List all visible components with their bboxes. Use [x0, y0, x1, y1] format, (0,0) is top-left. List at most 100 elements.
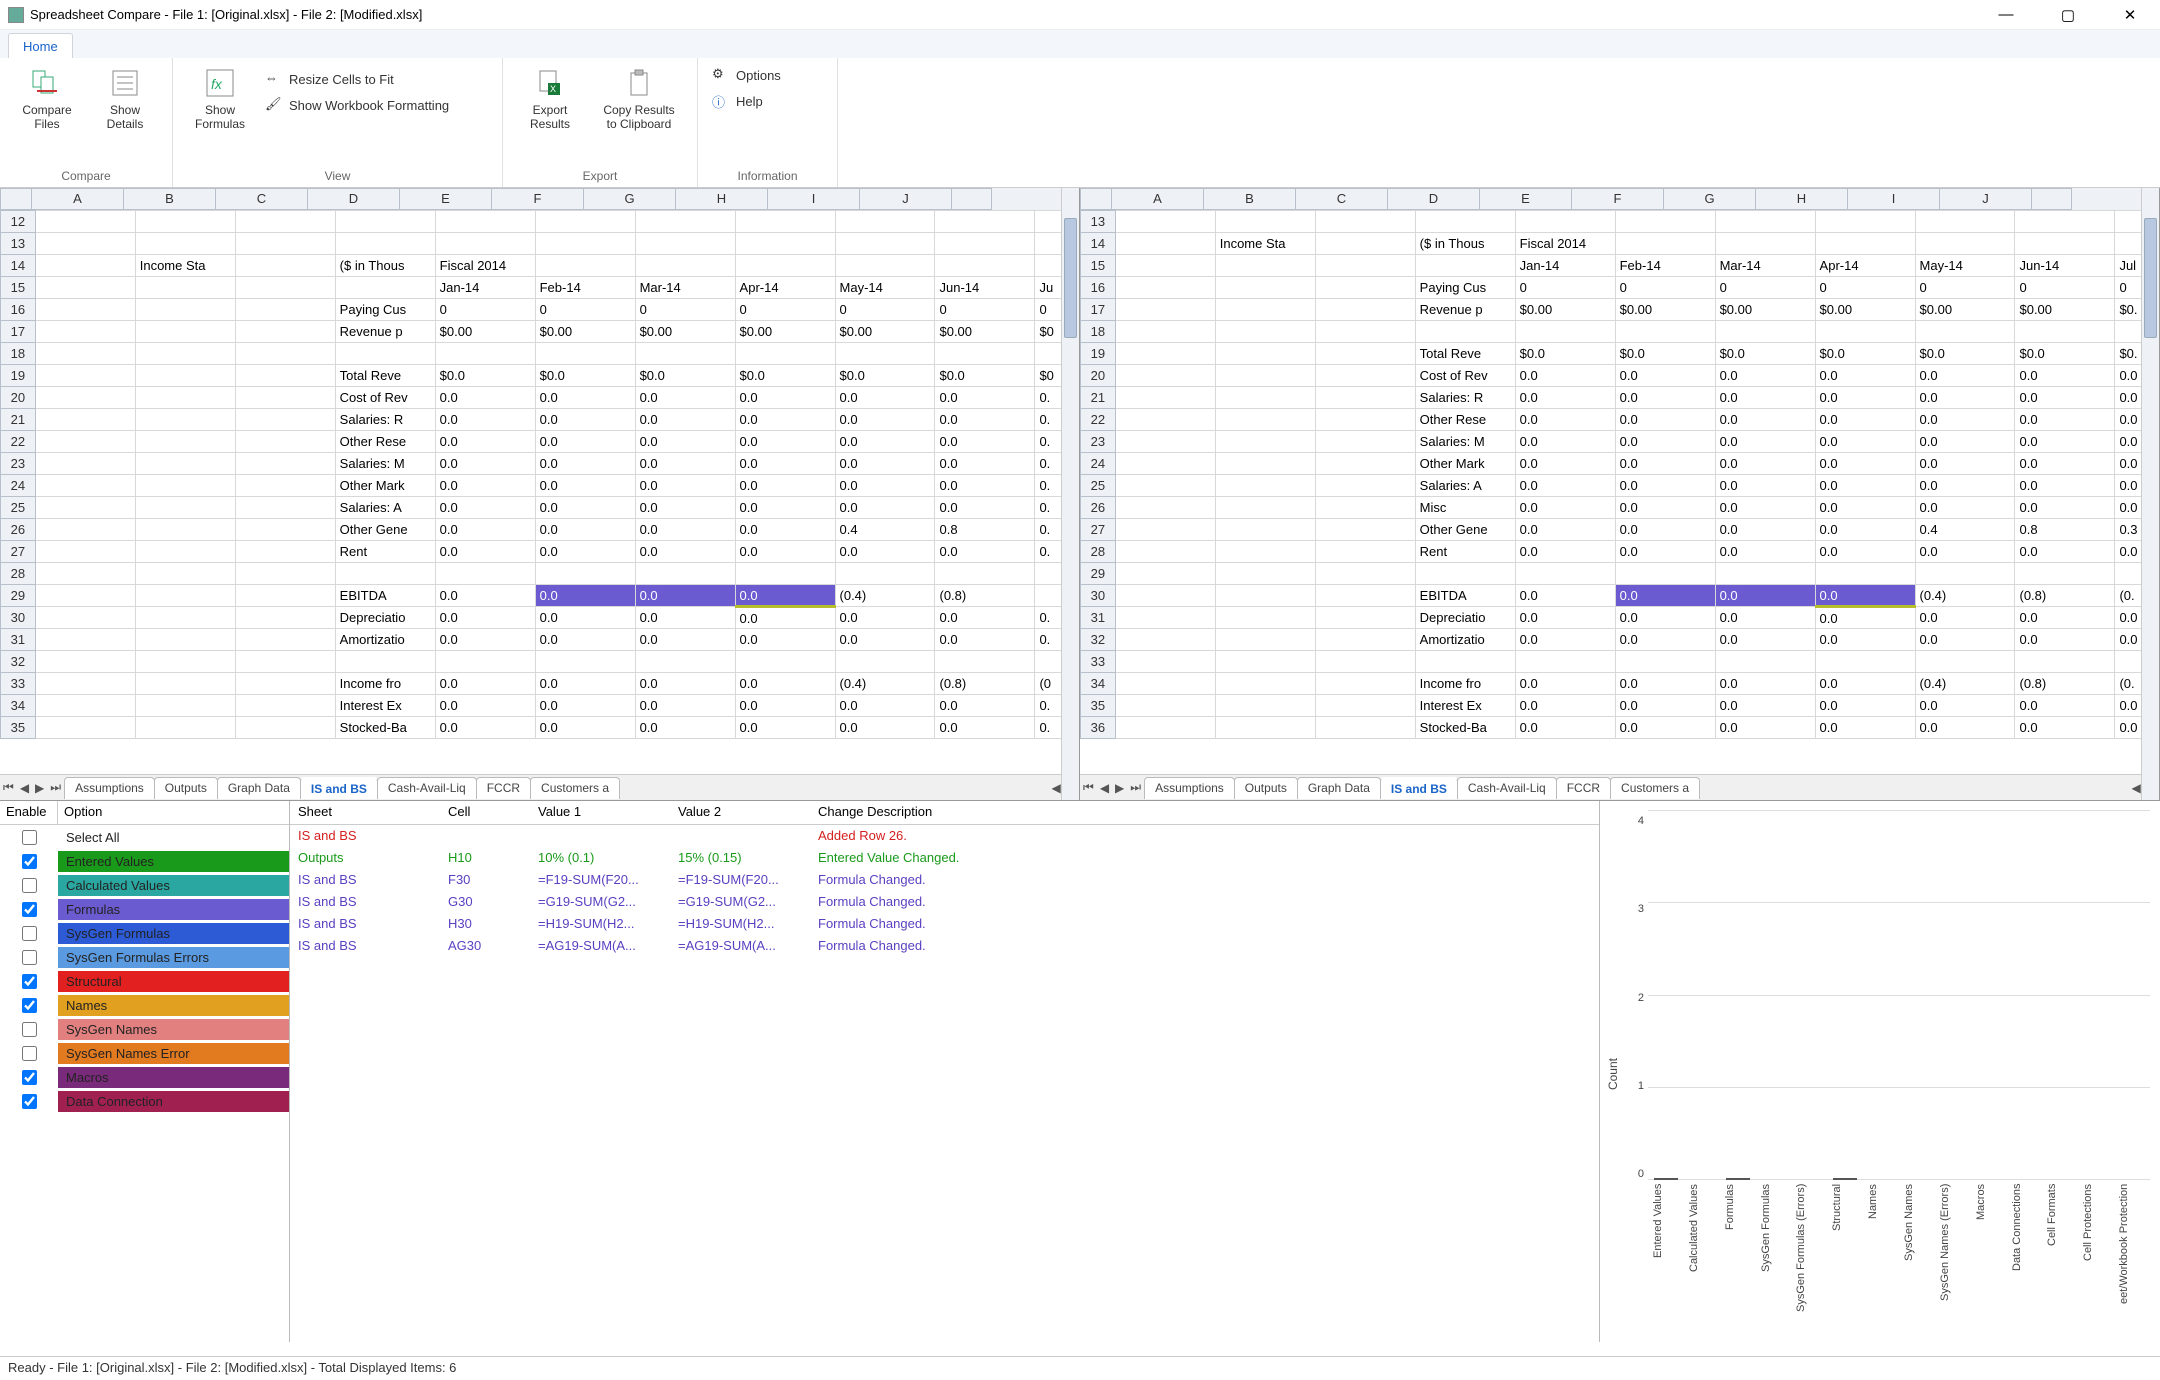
column-header[interactable]: E — [400, 188, 492, 210]
option-checkbox[interactable] — [22, 878, 37, 893]
grid-cell[interactable]: 0.0 — [1815, 431, 1915, 453]
grid-cell[interactable] — [1915, 321, 2015, 343]
grid-cell[interactable]: 0.0 — [735, 409, 835, 431]
grid-cell[interactable]: $0.00 — [1815, 299, 1915, 321]
row-header[interactable]: 28 — [1081, 541, 1116, 563]
grid-cell[interactable] — [135, 321, 235, 343]
sheet-tab[interactable]: Cash-Avail-Liq — [377, 777, 477, 799]
grid-cell[interactable]: 0.0 — [635, 519, 735, 541]
grid-cell[interactable] — [135, 387, 235, 409]
grid-cell[interactable]: 0.0 — [535, 497, 635, 519]
grid-cell[interactable]: 0.0 — [735, 585, 835, 607]
tab-nav-last[interactable]: ⏭ — [1127, 780, 1144, 795]
grid-cell[interactable]: Income fro — [1415, 673, 1515, 695]
grid-cell[interactable] — [1615, 233, 1715, 255]
row-header[interactable]: 20 — [1081, 365, 1116, 387]
grid-cell[interactable]: $0.00 — [635, 321, 735, 343]
grid-cell[interactable] — [235, 717, 335, 739]
grid-cell[interactable] — [1215, 211, 1315, 233]
grid-cell[interactable]: 0 — [1615, 277, 1715, 299]
grid-cell[interactable]: ($ in Thous — [1415, 233, 1515, 255]
grid-cell[interactable] — [835, 563, 935, 585]
grid-cell[interactable]: 0.0 — [935, 607, 1035, 629]
grid-cell[interactable]: 0.0 — [435, 453, 535, 475]
grid-cell[interactable]: 0.0 — [635, 695, 735, 717]
column-header[interactable]: I — [1848, 188, 1940, 210]
row-header[interactable]: 19 — [1081, 343, 1116, 365]
grid-cell[interactable]: 0.0 — [1815, 717, 1915, 739]
grid-cell[interactable]: 0.0 — [535, 431, 635, 453]
grid-cell[interactable] — [1615, 651, 1715, 673]
grid-cell[interactable]: 0.0 — [735, 629, 835, 651]
grid-cell[interactable]: $0.0 — [1915, 343, 2015, 365]
grid-cell[interactable]: 0.0 — [1715, 387, 1815, 409]
column-header[interactable]: J — [860, 188, 952, 210]
grid-cell[interactable]: 0.0 — [635, 717, 735, 739]
scrollbar-thumb[interactable] — [2144, 218, 2157, 338]
grid-cell[interactable]: Other Gene — [335, 519, 435, 541]
grid-cell[interactable] — [1115, 475, 1215, 497]
grid-cell[interactable] — [235, 651, 335, 673]
grid-cell[interactable]: 0.0 — [2015, 453, 2115, 475]
close-button[interactable]: ✕ — [2108, 4, 2152, 26]
grid-cell[interactable]: Revenue p — [1415, 299, 1515, 321]
grid-cell[interactable] — [935, 343, 1035, 365]
row-header[interactable]: 21 — [1, 409, 36, 431]
grid-cell[interactable] — [535, 255, 635, 277]
grid-cell[interactable]: 0 — [535, 299, 635, 321]
grid-cell[interactable]: 0.0 — [435, 541, 535, 563]
grid-cell[interactable]: 0.0 — [1915, 453, 2015, 475]
grid-cell[interactable] — [35, 519, 135, 541]
show-workbook-formatting-button[interactable]: 🖌 Show Workbook Formatting — [261, 94, 453, 116]
grid-cell[interactable]: Jan-14 — [435, 277, 535, 299]
grid-cell[interactable]: (0.4) — [1915, 673, 2015, 695]
grid-cell[interactable] — [2015, 321, 2115, 343]
grid-cell[interactable]: 0.0 — [1915, 607, 2015, 629]
grid-cell[interactable]: 0 — [2015, 277, 2115, 299]
grid-cell[interactable] — [1415, 651, 1515, 673]
grid-cell[interactable] — [1315, 277, 1415, 299]
row-header[interactable]: 24 — [1081, 453, 1116, 475]
option-label[interactable]: Formulas — [58, 899, 289, 920]
grid-cell[interactable] — [1215, 365, 1315, 387]
grid-cell[interactable]: Stocked-Ba — [1415, 717, 1515, 739]
grid-cell[interactable] — [935, 651, 1035, 673]
grid-cell[interactable]: 0.0 — [1715, 541, 1815, 563]
grid-cell[interactable] — [235, 343, 335, 365]
grid-cell[interactable]: Amortizatio — [1415, 629, 1515, 651]
grid-cell[interactable] — [1315, 695, 1415, 717]
grid-cell[interactable] — [135, 519, 235, 541]
tab-nav-prev[interactable]: ◀ — [1097, 781, 1112, 795]
row-header[interactable]: 29 — [1, 585, 36, 607]
grid-cell[interactable] — [1215, 453, 1315, 475]
option-label[interactable]: Data Connection — [58, 1091, 289, 1112]
grid-cell[interactable]: Cost of Rev — [335, 387, 435, 409]
grid-cell[interactable]: 0.0 — [835, 695, 935, 717]
grid-cell[interactable] — [335, 651, 435, 673]
grid-cell[interactable]: Cost of Rev — [1415, 365, 1515, 387]
grid-cell[interactable] — [1215, 717, 1315, 739]
grid-cell[interactable] — [1115, 585, 1215, 607]
grid-cell[interactable]: 0.0 — [635, 541, 735, 563]
grid-cell[interactable] — [935, 211, 1035, 233]
grid-cell[interactable]: 0.0 — [1515, 673, 1615, 695]
grid-cell[interactable] — [35, 475, 135, 497]
grid-cell[interactable]: 0.0 — [935, 453, 1035, 475]
grid-cell[interactable] — [235, 409, 335, 431]
grid-cell[interactable] — [1915, 651, 2015, 673]
grid-cell[interactable] — [635, 563, 735, 585]
row-header[interactable]: 18 — [1, 343, 36, 365]
option-checkbox[interactable] — [22, 1046, 37, 1061]
column-header[interactable]: H — [1756, 188, 1848, 210]
option-label[interactable]: Macros — [58, 1067, 289, 1088]
grid-cell[interactable] — [35, 365, 135, 387]
grid-cell[interactable] — [1315, 321, 1415, 343]
grid-cell[interactable] — [335, 233, 435, 255]
grid-cell[interactable]: 0.0 — [1615, 717, 1715, 739]
sheet-tab[interactable]: Cash-Avail-Liq — [1457, 777, 1557, 799]
grid-cell[interactable] — [335, 211, 435, 233]
column-header[interactable]: A — [32, 188, 124, 210]
grid-cell[interactable]: Other Gene — [1415, 519, 1515, 541]
grid-cell[interactable] — [1115, 343, 1215, 365]
grid-cell[interactable]: Jan-14 — [1515, 255, 1615, 277]
